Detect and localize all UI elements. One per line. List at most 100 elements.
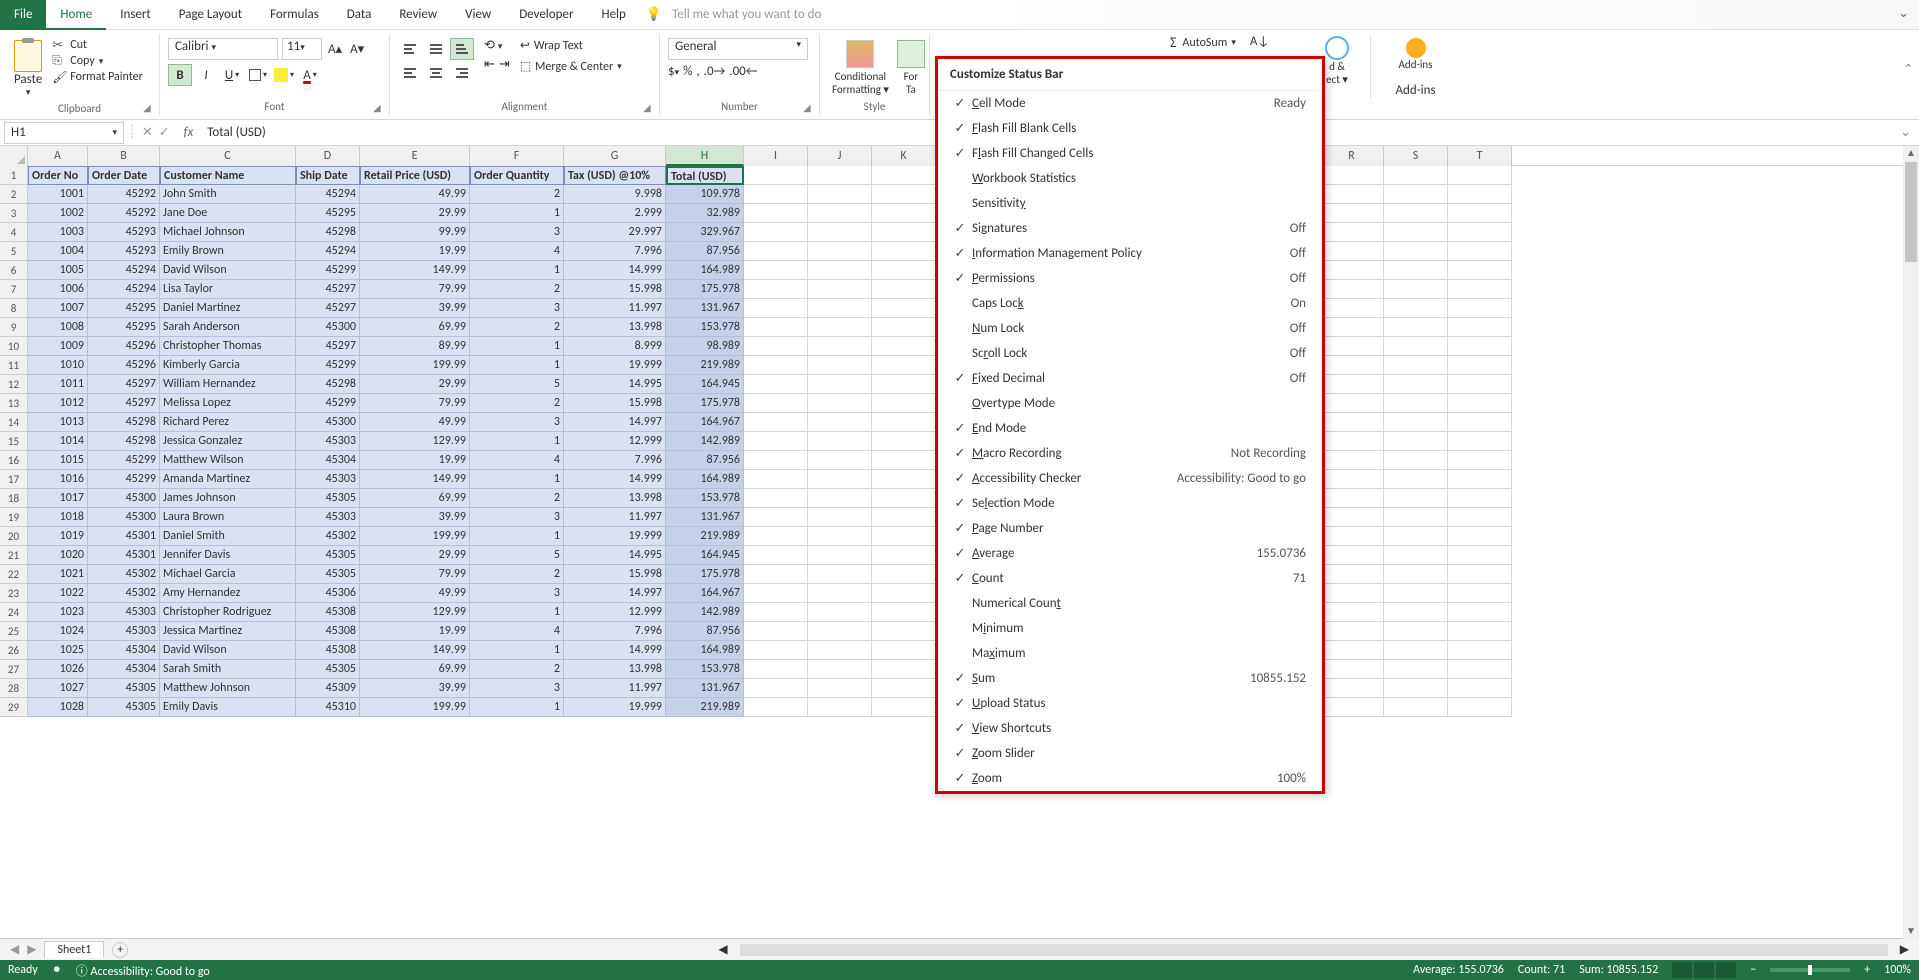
row-header[interactable]: 15 (0, 432, 28, 451)
data-cell[interactable]: 131.967 (666, 299, 744, 318)
data-cell[interactable]: 45302 (88, 565, 160, 584)
data-cell[interactable] (808, 698, 872, 717)
data-cell[interactable]: 2 (470, 565, 564, 584)
data-cell[interactable] (1320, 584, 1384, 603)
data-cell[interactable]: 175.978 (666, 565, 744, 584)
fill-color-button[interactable]: ▾ (272, 64, 296, 86)
data-cell[interactable]: 45299 (88, 470, 160, 489)
data-cell[interactable]: 1028 (28, 698, 88, 717)
data-cell[interactable] (808, 508, 872, 527)
font-size-select[interactable]: 11▾ (282, 38, 322, 60)
data-cell[interactable]: 1021 (28, 565, 88, 584)
data-cell[interactable] (744, 356, 808, 375)
data-cell[interactable]: 45310 (296, 698, 360, 717)
column-header-I[interactable]: I (744, 146, 808, 166)
tab-data[interactable]: Data (333, 0, 386, 30)
data-cell[interactable] (872, 432, 936, 451)
data-cell[interactable]: Jennifer Davis (160, 546, 296, 565)
data-cell[interactable] (1448, 660, 1512, 679)
data-cell[interactable]: Richard Perez (160, 413, 296, 432)
data-cell[interactable]: 87.956 (666, 622, 744, 641)
data-cell[interactable] (1448, 698, 1512, 717)
header-cell[interactable]: Tax (USD) @10% (564, 166, 666, 185)
data-cell[interactable]: Michael Johnson (160, 223, 296, 242)
data-cell[interactable]: 5 (470, 375, 564, 394)
data-cell[interactable]: 45305 (88, 679, 160, 698)
data-cell[interactable] (1384, 489, 1448, 508)
data-cell[interactable]: 175.978 (666, 280, 744, 299)
data-cell[interactable]: 1014 (28, 432, 88, 451)
data-cell[interactable] (1320, 356, 1384, 375)
data-cell[interactable] (872, 698, 936, 717)
autosum-button[interactable]: AutoSum ▾ (1182, 34, 1235, 51)
data-cell[interactable] (808, 546, 872, 565)
data-cell[interactable] (872, 223, 936, 242)
data-cell[interactable] (744, 508, 808, 527)
data-cell[interactable]: 49.99 (360, 185, 470, 204)
data-cell[interactable] (1448, 451, 1512, 470)
data-cell[interactable] (1384, 698, 1448, 717)
data-cell[interactable] (1384, 185, 1448, 204)
data-cell[interactable] (808, 470, 872, 489)
dialog-launcher-icon[interactable]: ◢ (643, 101, 655, 113)
data-cell[interactable] (1384, 603, 1448, 622)
column-header-D[interactable]: D (296, 146, 360, 166)
data-cell[interactable] (744, 204, 808, 223)
data-cell[interactable]: 45301 (88, 527, 160, 546)
data-cell[interactable] (808, 679, 872, 698)
data-cell[interactable]: 45296 (88, 356, 160, 375)
data-cell[interactable]: 14.995 (564, 546, 666, 565)
data-cell[interactable]: 2 (470, 185, 564, 204)
data-cell[interactable]: 14.995 (564, 375, 666, 394)
data-cell[interactable] (1320, 261, 1384, 280)
data-cell[interactable]: 14.999 (564, 470, 666, 489)
status-bar-menu-item[interactable]: Maximum (938, 641, 1322, 666)
data-cell[interactable]: 1012 (28, 394, 88, 413)
status-bar-menu-item[interactable]: Numerical Count (938, 591, 1322, 616)
data-cell[interactable] (1320, 508, 1384, 527)
data-cell[interactable]: 164.989 (666, 470, 744, 489)
data-cell[interactable]: 8.999 (564, 337, 666, 356)
data-cell[interactable] (872, 204, 936, 223)
row-header[interactable]: 2 (0, 185, 28, 204)
data-cell[interactable]: 153.978 (666, 660, 744, 679)
row-header[interactable]: 8 (0, 299, 28, 318)
status-bar-menu-item[interactable]: ✓Zoom Slider (938, 741, 1322, 766)
data-cell[interactable]: 1009 (28, 337, 88, 356)
data-cell[interactable]: 1 (470, 432, 564, 451)
data-cell[interactable]: 19.999 (564, 527, 666, 546)
data-cell[interactable] (872, 356, 936, 375)
data-cell[interactable] (744, 698, 808, 717)
data-cell[interactable]: 12.999 (564, 432, 666, 451)
zoom-level[interactable]: 100% (1884, 963, 1911, 977)
status-bar-menu-item[interactable]: Minimum (938, 616, 1322, 641)
data-cell[interactable]: 7.996 (564, 242, 666, 261)
data-cell[interactable]: 45301 (88, 546, 160, 565)
status-bar-menu-item[interactable]: ✓Macro RecordingNot Recording (938, 441, 1322, 466)
scroll-down-icon[interactable]: ▼ (1903, 924, 1919, 940)
data-cell[interactable]: 45308 (296, 641, 360, 660)
data-cell[interactable]: 3 (470, 223, 564, 242)
column-header-G[interactable]: G (564, 146, 666, 166)
header-cell[interactable] (1448, 166, 1512, 185)
data-cell[interactable] (1320, 527, 1384, 546)
data-cell[interactable] (1384, 546, 1448, 565)
data-cell[interactable]: 45309 (296, 679, 360, 698)
data-cell[interactable]: 45299 (296, 356, 360, 375)
data-cell[interactable] (1384, 565, 1448, 584)
data-cell[interactable]: Emily Davis (160, 698, 296, 717)
row-header[interactable]: 14 (0, 413, 28, 432)
row-header[interactable]: 13 (0, 394, 28, 413)
data-cell[interactable] (1384, 660, 1448, 679)
data-cell[interactable]: 7.996 (564, 622, 666, 641)
decrease-indent-button[interactable]: ⇤ (484, 57, 495, 72)
tab-file[interactable]: File (0, 0, 46, 30)
row-header[interactable]: 27 (0, 660, 28, 679)
sort-filter-icon[interactable]: A↓ (1250, 34, 1269, 51)
data-cell[interactable] (1384, 622, 1448, 641)
data-cell[interactable] (1384, 451, 1448, 470)
data-cell[interactable]: 19.999 (564, 698, 666, 717)
column-header-K[interactable]: K (872, 146, 936, 166)
wrap-text-button[interactable]: ↩Wrap Text (520, 38, 622, 53)
data-cell[interactable]: 1018 (28, 508, 88, 527)
